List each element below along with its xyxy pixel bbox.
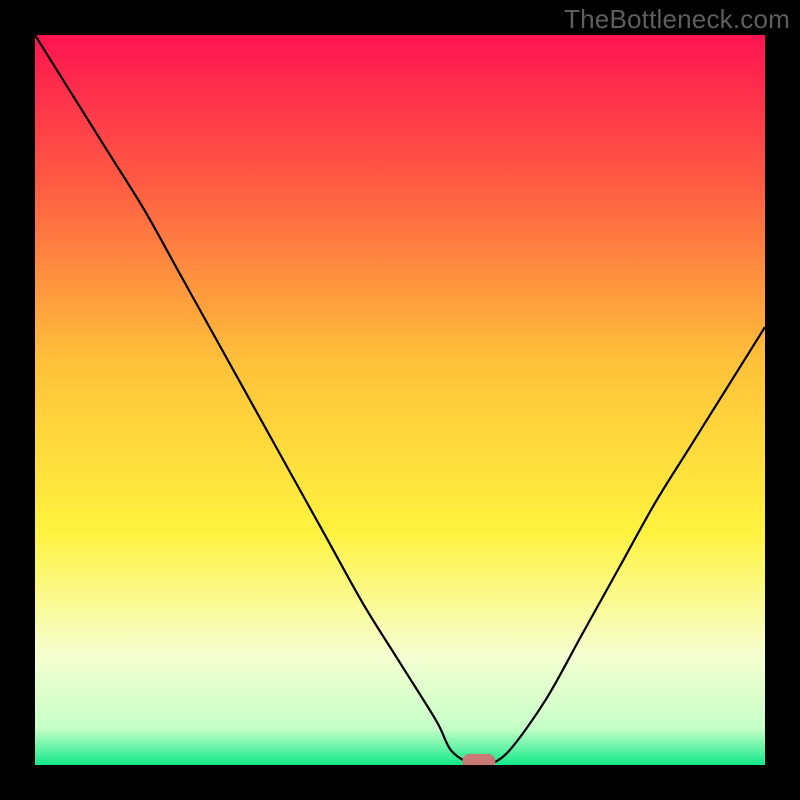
gradient-background <box>35 35 765 765</box>
optimal-point-marker <box>462 754 495 765</box>
watermark-text: TheBottleneck.com <box>564 4 790 35</box>
plot-area <box>35 35 765 765</box>
bottleneck-chart <box>35 35 765 765</box>
chart-frame: TheBottleneck.com <box>0 0 800 800</box>
